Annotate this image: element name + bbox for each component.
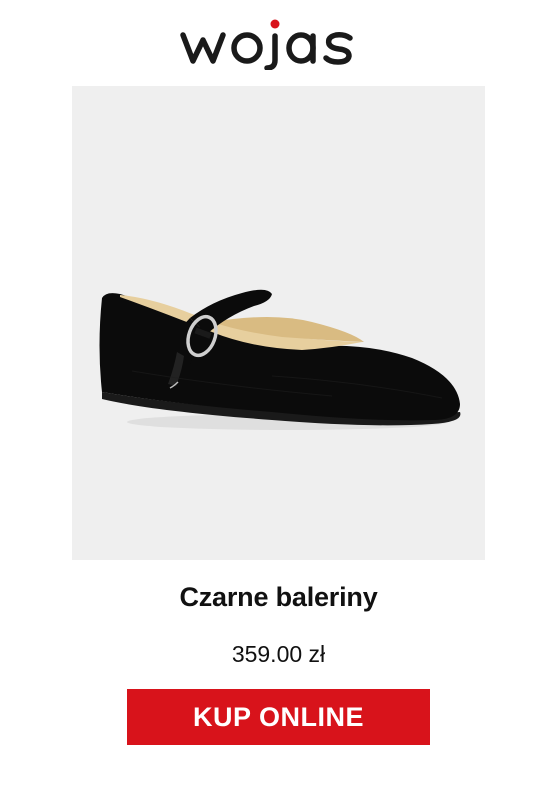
wojas-logo-icon [179,19,353,70]
product-card: Czarne baleriny 359.00 zł KUP ONLINE [0,0,557,800]
brand-logo[interactable] [0,16,557,70]
buy-online-button[interactable]: KUP ONLINE [127,689,430,745]
product-image[interactable] [72,86,485,560]
ballet-flat-shoe-image [99,289,461,430]
logo-dot-icon [270,19,279,29]
product-title: Czarne baleriny [179,582,378,612]
product-price: 359.00 zł [231,641,326,667]
buy-online-button-label: KUP ONLINE [192,701,365,732]
